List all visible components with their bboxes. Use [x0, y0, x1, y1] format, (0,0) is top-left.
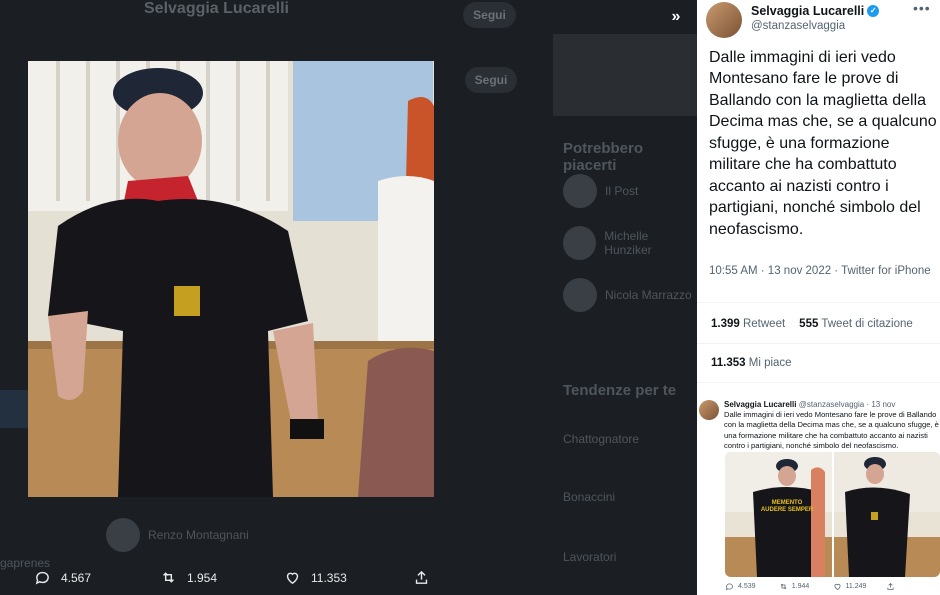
embedded-tweet-text: Dalle immagini di ieri vedo Montesano fa…	[724, 410, 939, 450]
quotes-stat[interactable]: 555 Tweet di citazione	[799, 318, 913, 330]
expand-icon[interactable]: »	[664, 6, 688, 28]
background-follow-button: Segui	[463, 2, 516, 28]
viewer-action-bar: 4.567 1.954 11.353	[0, 565, 697, 595]
share-button[interactable]	[413, 569, 430, 586]
background-media-thumbnails	[553, 34, 697, 116]
reply-count: 4.567	[61, 570, 92, 585]
embedded-shirt-text: MEMENTO AUDERE SEMPER	[760, 500, 814, 514]
embedded-tweet-screenshot: Selvaggia Lucarelli @stanzaselvaggia · 1…	[697, 392, 940, 595]
retweet-icon	[163, 572, 174, 583]
background-suggestion: Michelle Hunziker	[563, 226, 697, 260]
avatar	[106, 518, 140, 552]
share-icon	[887, 582, 894, 590]
embedded-tweet-header: Selvaggia Lucarelli @stanzaselvaggia · 1…	[724, 400, 896, 409]
reply-icon	[725, 583, 733, 591]
tweet-photo[interactable]	[28, 61, 434, 497]
avatar	[563, 226, 597, 260]
embedded-like: 11.249	[833, 582, 887, 591]
author-name[interactable]: Selvaggia Lucarelli ✓	[751, 4, 880, 18]
tweet-text: Dalle immagini di ieri vedo Montesano fa…	[709, 49, 937, 238]
avatar[interactable]	[706, 2, 742, 38]
like-button[interactable]: 11.353	[284, 569, 347, 586]
more-icon[interactable]: •••	[913, 0, 931, 16]
embedded-reply: 4.539	[725, 582, 779, 591]
embedded-retweet: 1.944	[779, 582, 833, 591]
background-trends-heading: Tendenze per te	[563, 382, 677, 399]
tweet-stats: 1.399 Retweet 555 Tweet di citazione	[711, 318, 913, 330]
retweet-button[interactable]: 1.954	[160, 569, 217, 586]
retweet-icon	[780, 583, 787, 590]
like-count: 11.353	[311, 570, 347, 585]
background-block	[0, 390, 28, 428]
like-icon	[286, 572, 299, 585]
background-follow-button-2: Segui	[465, 67, 517, 93]
divider	[697, 302, 940, 303]
divider	[697, 343, 940, 344]
embedded-photo-illustration	[725, 452, 940, 577]
tweet-timestamp[interactable]: 10:55 AM · 13 nov 2022 · Twitter for iPh…	[709, 264, 934, 279]
reply-icon	[35, 571, 49, 585]
background-suggestion: Il Post	[563, 174, 638, 208]
retweet-count: 1.954	[187, 570, 218, 585]
photo-illustration	[28, 61, 434, 497]
retweets-stat[interactable]: 1.399 Retweet	[711, 318, 785, 330]
background-trend: Lavoratori	[563, 550, 617, 564]
like-icon	[833, 583, 841, 590]
background-suggestions-heading: Potrebbero piacerti	[563, 140, 644, 174]
share-icon	[415, 570, 428, 584]
background-profile-name: Selvaggia Lucarelli	[144, 0, 289, 17]
tweet-panel: Selvaggia Lucarelli ✓ @stanzaselvaggia •…	[697, 0, 940, 595]
embedded-tweet-actions: 4.539 1.944 11.249	[725, 582, 940, 591]
background-trend: Bonaccini	[563, 490, 616, 504]
embedded-tweet-photo: MEMENTO AUDERE SEMPER	[725, 452, 940, 577]
avatar	[699, 400, 719, 420]
avatar	[563, 278, 597, 312]
background-trend: Chattognatore	[563, 432, 640, 446]
background-reply: Renzo Montagnani	[106, 518, 249, 552]
likes-stat[interactable]: 11.353 Mi piace	[711, 357, 792, 369]
reply-button[interactable]: 4.567	[34, 569, 91, 586]
avatar	[563, 174, 597, 208]
author-handle[interactable]: @stanzaselvaggia	[751, 20, 845, 32]
background-suggestion: Nicola Marrazzo	[563, 278, 692, 312]
divider	[697, 382, 940, 383]
verified-icon: ✓	[867, 5, 880, 17]
embedded-share	[886, 582, 940, 591]
